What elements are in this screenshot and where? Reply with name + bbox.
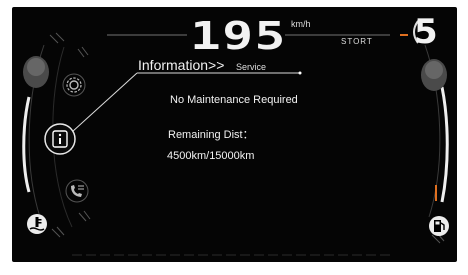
drive-mode: STORT — [341, 37, 373, 46]
speed-value: 195 — [190, 14, 287, 58]
remaining-distance-label: Remaining Dist： — [168, 129, 254, 141]
right-gauge-fill — [440, 86, 449, 203]
menu-underline-dot — [298, 71, 302, 75]
menu-chevron: >> — [208, 57, 225, 73]
gear-indicator: 5 — [414, 12, 438, 52]
settings-icon[interactable] — [65, 76, 83, 94]
coolant-temperature-icon — [26, 213, 48, 235]
phone-icon[interactable] — [68, 182, 86, 200]
status-message: No Maintenance Required — [170, 94, 298, 106]
left-gauge-fill — [22, 96, 31, 193]
menu-title: Information>> — [138, 57, 224, 73]
speed-unit: km/h — [291, 19, 311, 29]
fuel-pump-icon — [428, 215, 450, 237]
info-icon[interactable] — [51, 130, 69, 148]
menu-subtitle: Service — [236, 62, 267, 72]
menu-title-text: Information — [138, 57, 209, 73]
remaining-distance-value: 4500km/15000km — [167, 150, 255, 162]
cluster-screen: 195 km/h STORT 5 Information>> Service N… — [12, 7, 457, 262]
